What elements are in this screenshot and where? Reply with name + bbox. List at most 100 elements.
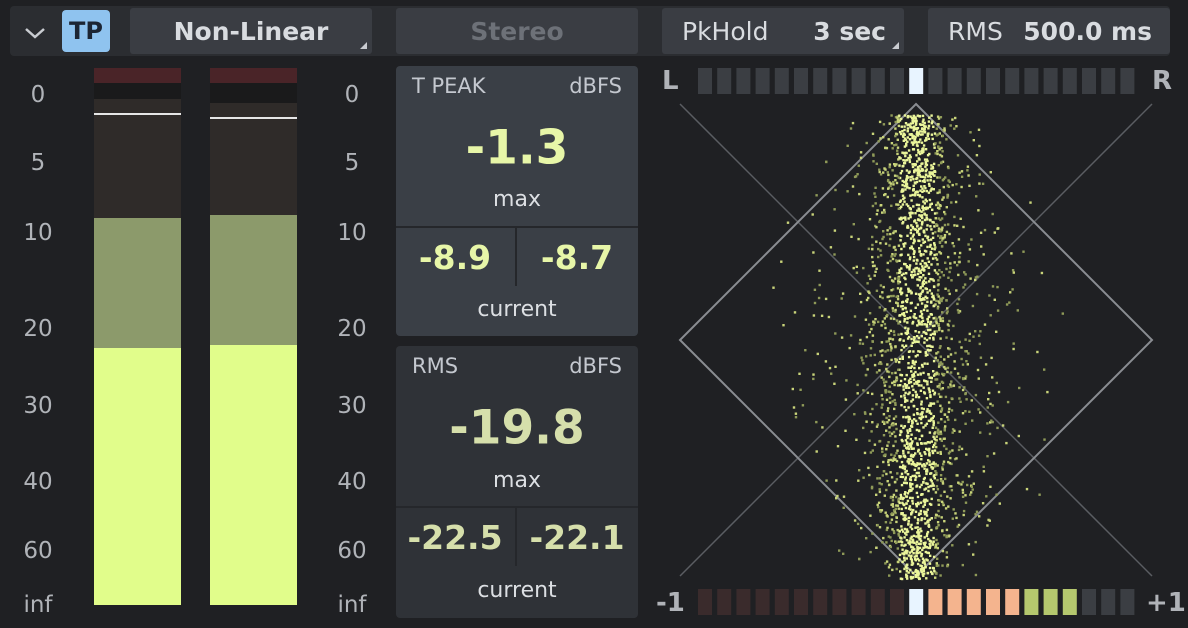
scatter-point [878,306,881,309]
scatter-point [849,127,853,130]
scatter-point [901,203,905,206]
scatter-point [915,180,919,184]
balance-segment [966,68,981,94]
scatter-point [928,454,931,457]
scatter-point [903,200,906,203]
scatter-point [905,469,908,473]
scatter-point [928,174,931,177]
stereo-mode-button[interactable]: Stereo [396,8,638,54]
scatter-point [922,279,925,282]
scatter-point [923,488,926,491]
true-peak-max-value[interactable]: -1.3 [396,121,638,176]
scatter-point [893,144,896,147]
scatter-point [858,469,861,472]
scatter-point [937,524,940,527]
scatter-point [927,266,931,269]
scatter-point [926,245,929,249]
scatter-point [901,357,904,360]
scatter-point [905,447,909,450]
scatter-point [1038,493,1041,496]
scatter-point [902,159,905,162]
clip-indicator[interactable] [210,68,297,83]
scatter-point [879,173,883,176]
scatter-point [998,502,1001,505]
scatter-point [891,499,895,502]
scatter-point [990,356,993,360]
scatter-point [916,303,920,306]
balance-center-segment [909,68,924,94]
scatter-point [820,314,824,317]
scatter-point [900,332,903,336]
scatter-point [897,176,900,179]
true-peak-toggle[interactable]: TP [62,10,110,52]
rms-window-field[interactable]: RMS 500.0 ms [928,8,1170,54]
scatter-point [942,185,945,189]
scatter-point [890,518,894,521]
scatter-point [912,274,915,277]
scatter-point [945,447,948,451]
scatter-point [949,383,952,386]
scatter-point [920,529,923,533]
scatter-point [974,393,978,397]
scatter-point [856,392,859,395]
scatter-point [920,403,923,406]
scatter-point [909,215,912,219]
scatter-point [875,493,878,496]
scatter-point [944,425,947,428]
db-scale-label: 5 [344,150,360,176]
scatter-point [899,234,902,237]
scatter-point [931,324,935,328]
scatter-point [933,242,936,245]
scatter-point [857,164,860,167]
scatter-point [869,514,872,517]
balance-segment [1024,68,1039,94]
left-channel-label: L [662,66,679,96]
scatter-point [890,255,893,258]
scatter-point [926,206,929,210]
scatter-point [944,241,947,244]
scatter-point [922,200,925,203]
scatter-point [844,429,847,432]
scatter-point [906,436,909,440]
scatter-point [915,221,918,225]
scatter-point [888,483,891,486]
scatter-point [892,180,895,184]
scatter-point [883,422,886,425]
scatter-point [934,516,937,519]
scatter-point [799,388,802,391]
scatter-point [924,234,927,238]
scatter-point [900,495,903,499]
scatter-point [889,337,892,340]
scatter-point [917,502,920,506]
scatter-point [899,384,902,387]
peak-hold-dropdown[interactable]: PkHold 3 sec [662,8,904,54]
scatter-point [896,287,900,290]
scatter-point [880,354,884,357]
scatter-point [971,304,975,308]
scatter-point [941,387,944,390]
scatter-point [925,558,928,561]
scatter-point [930,188,933,191]
scatter-point [921,127,924,130]
scatter-point [902,415,905,419]
scatter-point [903,276,906,279]
scatter-point [944,261,947,264]
scatter-point [891,512,894,515]
scatter-point [894,248,897,252]
scatter-point [881,291,884,294]
rms-max-value[interactable]: -19.8 [396,401,638,456]
scatter-point [917,534,921,537]
scatter-point [914,192,917,195]
scatter-point [877,247,880,251]
scatter-point [833,229,837,232]
scatter-point [871,407,874,411]
scatter-point [958,251,962,255]
scatter-point [932,484,935,487]
scatter-point [946,194,949,197]
clip-indicator[interactable] [94,68,181,83]
scatter-point [937,392,941,396]
correlation-segment [1101,589,1116,615]
scatter-point [927,537,930,541]
scatter-point [930,497,933,501]
scatter-point [930,263,933,266]
